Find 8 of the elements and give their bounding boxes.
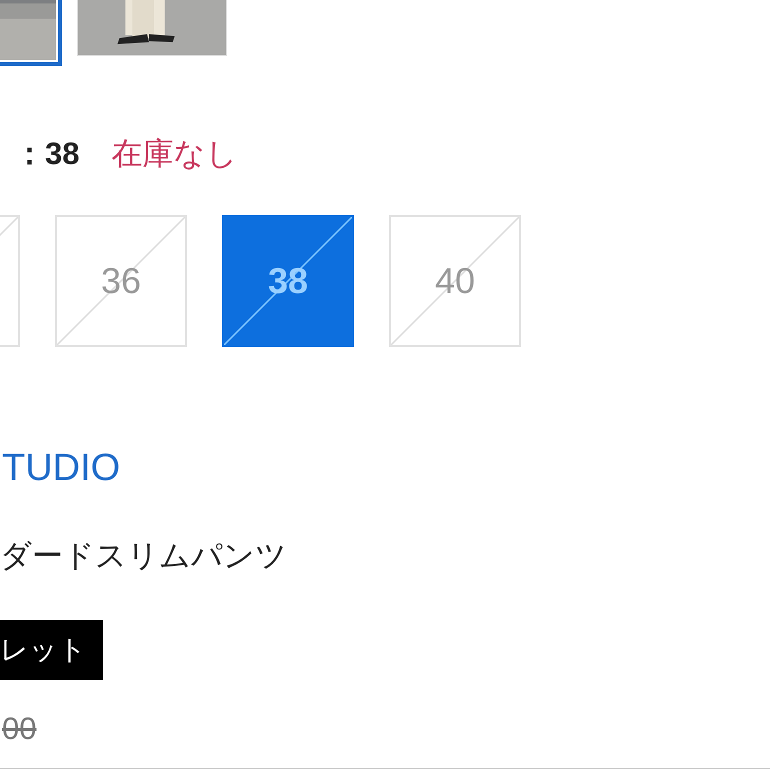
size-option[interactable]: 36: [55, 215, 187, 347]
size-value: ：38: [14, 135, 80, 173]
product-name: ダードスリムパンツ: [0, 538, 287, 573]
stock-status: 在庫なし: [111, 135, 238, 173]
sale-tag: レット: [0, 620, 103, 680]
brand-link[interactable]: TUDIO: [2, 447, 120, 489]
size-option[interactable]: 40: [389, 215, 521, 347]
original-price: 00: [2, 711, 36, 747]
